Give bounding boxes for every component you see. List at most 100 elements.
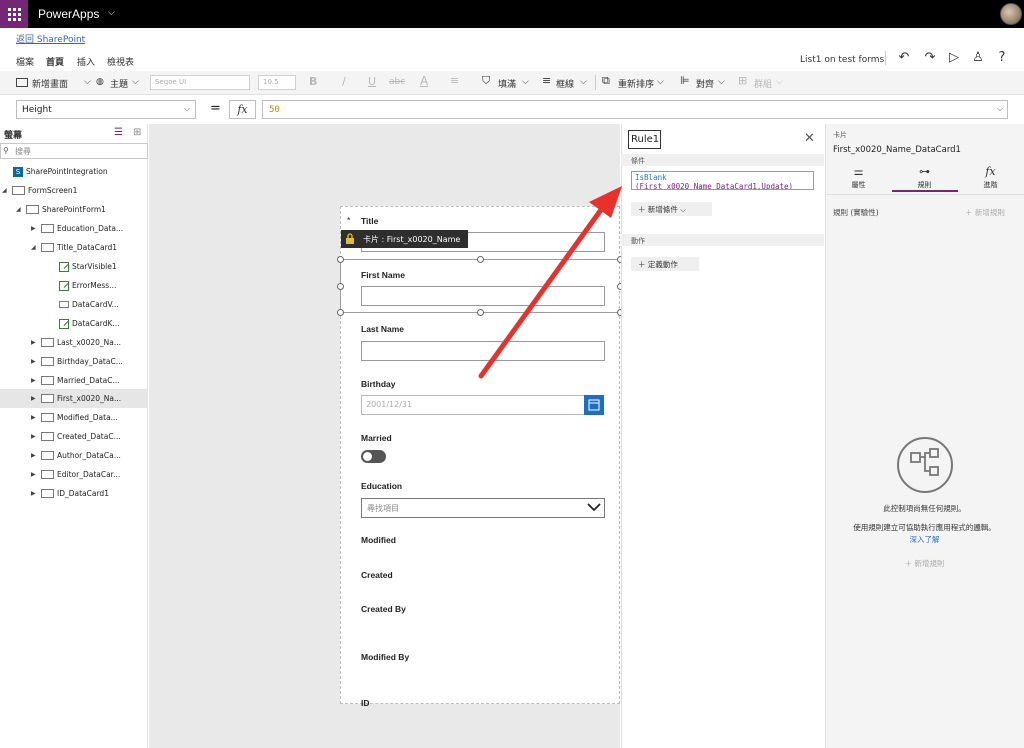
collapse-caret-icon[interactable]: ▶ (31, 490, 41, 497)
chevron-down-icon[interactable]: ⌵ (997, 104, 1003, 114)
undo-icon[interactable]: ↶ (896, 50, 912, 66)
collapse-caret-icon[interactable]: ▶ (31, 414, 41, 421)
tree-item-modified[interactable]: ▶ Modified_Data... (31, 408, 118, 427)
new-rule-button[interactable]: ＋ 新增規則 (825, 558, 1024, 569)
chevron-down-icon[interactable]: ⌵ (657, 77, 664, 87)
property-select[interactable]: Height (16, 100, 196, 119)
modified-by-label: Modified By (361, 652, 410, 662)
collapse-caret-icon[interactable]: ▶ (31, 452, 41, 459)
tree-item-errormessage[interactable]: ErrorMess... (59, 276, 116, 295)
tree-item-married[interactable]: ▶ Married_DataC... (31, 371, 120, 390)
tree-item-created[interactable]: ▶ Created_DataC... (31, 427, 121, 446)
tree-item-starvisible1[interactable]: StarVisible1 (59, 257, 117, 276)
learn-more-link[interactable]: 深入了解 (910, 535, 940, 544)
define-action-button[interactable]: ＋ 定義動作 (631, 257, 699, 271)
tree-item-sharepointintegration[interactable]: S SharePointIntegration (13, 162, 108, 181)
chevron-down-icon[interactable]: ⌵ (108, 8, 115, 18)
play-icon[interactable]: ▷ (946, 50, 962, 66)
help-icon[interactable]: ? (994, 50, 1010, 66)
group-button[interactable]: 群組 (754, 77, 772, 90)
tree-item-datacardvalue[interactable]: DataCardV... (59, 295, 119, 314)
tree-item-id[interactable]: ▶ ID_DataCard1 (31, 484, 109, 503)
tree-item-last-name[interactable]: ▶ Last_x0020_Na... (31, 333, 121, 352)
collapse-caret-icon[interactable]: ▶ (31, 433, 41, 440)
share-user-icon[interactable]: ♙ (970, 50, 986, 66)
collapse-caret-icon[interactable]: ▶ (31, 395, 41, 402)
tree-view-icon[interactable]: ☰ (114, 127, 123, 138)
add-condition-button[interactable]: ＋ 新增條件 ⌵ (631, 202, 712, 216)
tree-item-title-datacard1[interactable]: ◢ Title_DataCard1 (31, 238, 117, 257)
tree-item-first-name[interactable]: ▶ First_x0020_Na... (31, 389, 121, 408)
thumbnail-view-icon[interactable]: ⊞ (133, 127, 141, 138)
resize-handle[interactable] (477, 256, 484, 263)
resize-handle[interactable] (477, 309, 484, 316)
tree-item-birthday[interactable]: ▶ Birthday_DataC... (31, 352, 123, 371)
theme-button[interactable]: 主題 (110, 77, 128, 90)
resize-handle[interactable] (337, 309, 344, 316)
plus-icon: ＋ (965, 208, 975, 217)
align-button[interactable]: 對齊 (696, 77, 714, 90)
avatar[interactable] (1000, 3, 1022, 25)
calendar-icon[interactable] (584, 395, 604, 415)
tab-rules[interactable]: ⊶ 規則 (892, 165, 957, 190)
chevron-down-icon[interactable]: ⌵ (718, 77, 725, 87)
text-align-icon[interactable]: ≡ (450, 74, 459, 87)
equals-sign: = (210, 101, 221, 116)
expand-caret-icon[interactable]: ◢ (16, 206, 26, 213)
italic-button[interactable]: / (342, 75, 346, 88)
tab-view[interactable]: 檢視表 (107, 55, 134, 68)
birthday-datepicker[interactable]: 2001/12/31 (361, 395, 585, 415)
expand-caret-icon[interactable]: ◢ (31, 244, 41, 251)
condition-formula-input[interactable]: IsBlank (First_x0020_Name_DataCard1.Upda… (631, 171, 814, 190)
redo-icon[interactable]: ↷ (922, 50, 938, 66)
fx-icon[interactable]: fx (229, 100, 256, 119)
tab-file[interactable]: 檔案 (16, 55, 34, 68)
bold-button[interactable]: B (309, 75, 317, 88)
app-launcher-icon[interactable] (0, 0, 28, 28)
resize-handle[interactable] (337, 256, 344, 263)
collapse-caret-icon[interactable]: ▶ (31, 225, 41, 232)
top-bar (0, 0, 1024, 28)
collapse-caret-icon[interactable]: ▶ (31, 377, 41, 384)
card-icon (41, 432, 54, 441)
expand-caret-icon[interactable]: ◢ (2, 187, 12, 194)
tree-item-editor[interactable]: ▶ Editor_DataCar... (31, 465, 120, 484)
chevron-down-icon[interactable]: ⌵ (84, 77, 91, 87)
chevron-down-icon[interactable] (585, 498, 603, 520)
back-to-sharepoint-link[interactable]: 返回 SharePoint (16, 32, 85, 45)
chevron-down-icon[interactable]: ⌵ (132, 77, 139, 87)
chevron-down-icon[interactable]: ⌵ (776, 77, 783, 87)
reorder-button[interactable]: 重新排序 (618, 77, 654, 90)
tree-search-input[interactable]: 搜尋 (0, 143, 148, 159)
tree-item-datacardkey[interactable]: DataCardK... (59, 314, 120, 333)
rule-name-input[interactable]: Rule1 (628, 130, 661, 149)
fill-button[interactable]: 填滿 (498, 77, 516, 90)
chevron-down-icon[interactable]: ⌵ (580, 77, 587, 87)
new-rule-button[interactable]: ＋ 新增規則 (965, 207, 1005, 218)
font-color-button[interactable]: A (420, 74, 428, 88)
tab-insert[interactable]: 插入 (77, 55, 95, 68)
collapse-caret-icon[interactable]: ▶ (31, 358, 41, 365)
collapse-caret-icon[interactable]: ▶ (31, 471, 41, 478)
tab-advanced[interactable]: fx 進階 (958, 165, 1023, 190)
underline-button[interactable]: U (368, 75, 376, 88)
education-combobox[interactable]: 尋找項目 (361, 498, 605, 518)
tree-item-author[interactable]: ▶ Author_DataCa... (31, 446, 121, 465)
border-button[interactable]: 框線 (556, 77, 574, 90)
strikethrough-button[interactable]: abc (389, 77, 405, 87)
app-name[interactable]: PowerApps (38, 7, 99, 21)
tree-item-education[interactable]: ▶ Education_Data... (31, 219, 123, 238)
tab-properties[interactable]: ⚌ 屬性 (826, 165, 891, 190)
font-select[interactable]: Segoe UI (150, 75, 250, 90)
font-size-select[interactable]: 10.5 (258, 75, 296, 90)
close-icon[interactable]: ✕ (804, 131, 815, 146)
last-name-input[interactable] (361, 341, 605, 361)
resize-handle[interactable] (337, 283, 344, 290)
collapse-caret-icon[interactable]: ▶ (31, 339, 41, 346)
tree-item-formscreen1[interactable]: ◢ FormScreen1 (2, 181, 77, 200)
formula-input[interactable]: 50 (262, 100, 1008, 119)
chevron-down-icon[interactable]: ⌵ (522, 77, 529, 87)
new-screen-button[interactable]: 新增畫面 (32, 77, 68, 90)
tree-item-sharepointform1[interactable]: ◢ SharePointForm1 (16, 200, 106, 219)
chevron-down-icon[interactable]: ⌵ (184, 104, 190, 114)
